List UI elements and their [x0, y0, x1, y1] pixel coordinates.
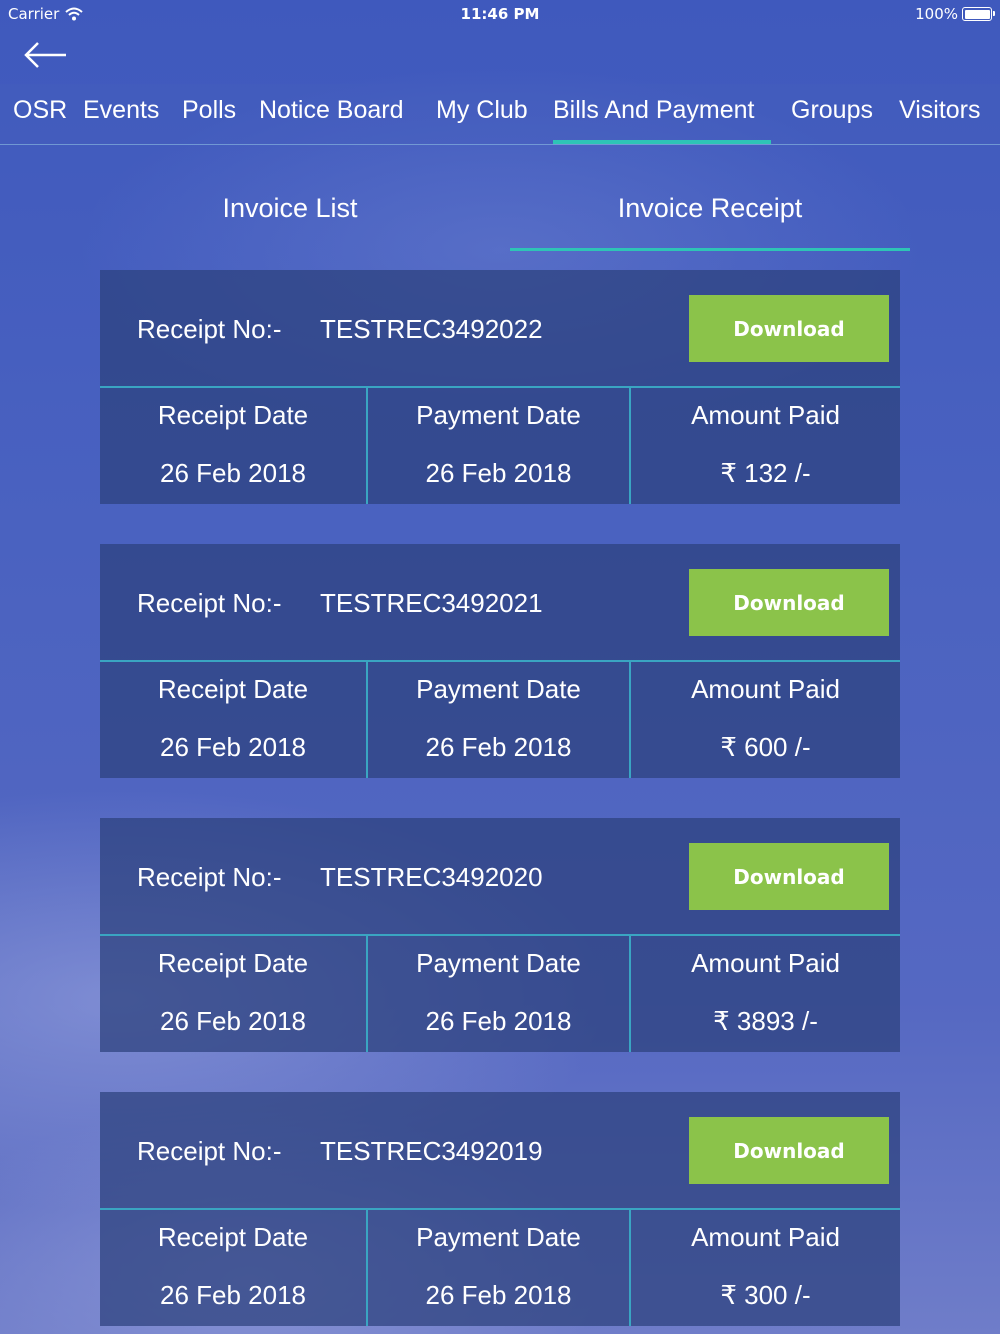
receipt-card-header: Receipt No:- TESTREC3492021 Download: [100, 544, 900, 662]
receipt-card: Receipt No:- TESTREC3492020 Download Rec…: [100, 818, 900, 1052]
invoice-subtabs: Invoice List Invoice Receipt: [80, 185, 920, 251]
receipt-card: Receipt No:- TESTREC3492021 Download Rec…: [100, 544, 900, 778]
receipt-date-value: 26 Feb 2018: [159, 458, 306, 488]
receipt-card: Receipt No:- TESTREC3492022 Download Rec…: [100, 270, 900, 504]
receipt-date-cell: Receipt Date 26 Feb 2018: [100, 662, 368, 778]
status-bar: Carrier 11:46 PM 100%: [0, 0, 1000, 28]
payment-date-label: Payment Date: [416, 948, 581, 978]
amount-paid-cell: Amount Paid ₹ 132 /-: [631, 388, 900, 504]
receipt-date-value: 26 Feb 2018: [159, 732, 306, 762]
amount-paid-value: ₹ 3893 /-: [713, 1006, 818, 1036]
amount-paid-label: Amount Paid: [691, 948, 840, 978]
payment-date-cell: Payment Date 26 Feb 2018: [368, 936, 631, 1052]
payment-date-value: 26 Feb 2018: [425, 732, 572, 762]
payment-date-value: 26 Feb 2018: [425, 458, 572, 488]
battery-percent: 100%: [915, 5, 958, 23]
amount-paid-label: Amount Paid: [691, 674, 840, 704]
tab-events[interactable]: Events: [83, 96, 159, 144]
receipt-date-cell: Receipt Date 26 Feb 2018: [100, 936, 368, 1052]
receipt-no-label: Receipt No:-: [137, 314, 282, 344]
receipt-date-value: 26 Feb 2018: [159, 1006, 306, 1036]
tab-bills-and-payment[interactable]: Bills And Payment: [553, 96, 771, 144]
amount-paid-value: ₹ 600 /-: [720, 732, 811, 762]
tab-my-club[interactable]: My Club: [436, 96, 528, 144]
amount-paid-cell: Amount Paid ₹ 600 /-: [631, 662, 900, 778]
receipt-date-cell: Receipt Date 26 Feb 2018: [100, 1210, 368, 1326]
receipt-card-header: Receipt No:- TESTREC3492020 Download: [100, 818, 900, 936]
download-button[interactable]: Download: [689, 295, 889, 362]
receipt-no-label: Receipt No:-: [137, 862, 282, 892]
download-button[interactable]: Download: [689, 569, 889, 636]
receipt-card-header: Receipt No:- TESTREC3492019 Download: [100, 1092, 900, 1210]
tab-groups[interactable]: Groups: [791, 96, 873, 144]
payment-date-label: Payment Date: [416, 674, 581, 704]
receipt-no-value: TESTREC3492019: [320, 1136, 543, 1166]
amount-paid-value: ₹ 132 /-: [720, 458, 811, 488]
top-tab-bar: OSR Events Polls Notice Board My Club Bi…: [0, 84, 1000, 145]
tab-polls[interactable]: Polls: [182, 96, 236, 144]
amount-paid-value: ₹ 300 /-: [720, 1280, 811, 1310]
tab-invoice-list[interactable]: Invoice List: [80, 185, 500, 251]
receipt-date-label: Receipt Date: [157, 948, 309, 978]
download-button[interactable]: Download: [689, 843, 889, 910]
payment-date-value: 26 Feb 2018: [425, 1006, 572, 1036]
clock: 11:46 PM: [460, 5, 540, 23]
receipt-card: Receipt No:- TESTREC3492019 Download Rec…: [100, 1092, 900, 1326]
payment-date-label: Payment Date: [416, 1222, 581, 1252]
receipt-date-label: Receipt Date: [157, 1222, 309, 1252]
receipt-date-label: Receipt Date: [157, 400, 309, 430]
receipt-no-label: Receipt No:-: [137, 588, 282, 618]
payment-date-cell: Payment Date 26 Feb 2018: [368, 388, 631, 504]
payment-date-label: Payment Date: [416, 400, 581, 430]
tab-osr[interactable]: OSR: [13, 96, 67, 144]
download-button[interactable]: Download: [689, 1117, 889, 1184]
tab-invoice-receipt[interactable]: Invoice Receipt: [510, 185, 910, 251]
receipt-no-value: TESTREC3492021: [320, 588, 543, 618]
payment-date-cell: Payment Date 26 Feb 2018: [368, 662, 631, 778]
receipt-no-value: TESTREC3492022: [320, 314, 543, 344]
amount-paid-cell: Amount Paid ₹ 300 /-: [631, 1210, 900, 1326]
tab-notice-board[interactable]: Notice Board: [259, 96, 404, 144]
receipt-date-cell: Receipt Date 26 Feb 2018: [100, 388, 368, 504]
receipt-date-value: 26 Feb 2018: [159, 1280, 306, 1310]
receipt-card-details: Receipt Date 26 Feb 2018 Payment Date 26…: [100, 1210, 900, 1326]
receipt-card-header: Receipt No:- TESTREC3492022 Download: [100, 270, 900, 388]
battery-indicator: 100%: [915, 5, 995, 23]
payment-date-value: 26 Feb 2018: [425, 1280, 572, 1310]
payment-date-cell: Payment Date 26 Feb 2018: [368, 1210, 631, 1326]
amount-paid-cell: Amount Paid ₹ 3893 /-: [631, 936, 900, 1052]
receipt-card-details: Receipt Date 26 Feb 2018 Payment Date 26…: [100, 936, 900, 1052]
receipt-card-details: Receipt Date 26 Feb 2018 Payment Date 26…: [100, 662, 900, 778]
arrow-left-icon: [24, 42, 66, 68]
receipt-date-label: Receipt Date: [157, 674, 309, 704]
battery-icon: [962, 7, 995, 21]
receipt-no-value: TESTREC3492020: [320, 862, 543, 892]
receipt-card-details: Receipt Date 26 Feb 2018 Payment Date 26…: [100, 388, 900, 504]
back-button[interactable]: [22, 38, 70, 74]
tab-visitors[interactable]: Visitors: [899, 96, 981, 144]
amount-paid-label: Amount Paid: [691, 1222, 840, 1252]
receipt-no-label: Receipt No:-: [137, 1136, 282, 1166]
amount-paid-label: Amount Paid: [691, 400, 840, 430]
